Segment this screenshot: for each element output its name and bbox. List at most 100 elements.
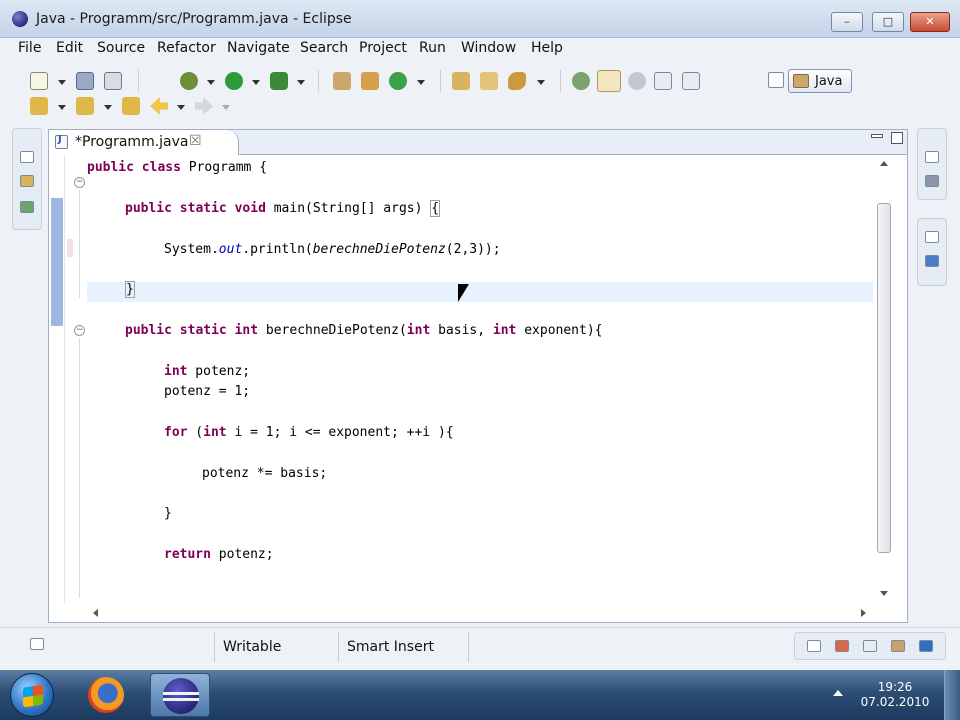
- menu-source[interactable]: Source: [97, 40, 145, 56]
- menu-run[interactable]: Run: [419, 40, 446, 56]
- eclipse-stripe: [163, 698, 199, 701]
- scroll-left-icon[interactable]: [93, 609, 98, 617]
- clock-time: 19:26: [877, 680, 913, 694]
- run-dropdown-icon[interactable]: [252, 80, 260, 85]
- fold-range-line: [79, 190, 80, 298]
- toolbar-separator: [138, 70, 139, 92]
- restore-icon[interactable]: [925, 231, 939, 243]
- scrollbar-thumb[interactable]: [877, 203, 891, 553]
- code-line: public static int berechneDiePotenz(int …: [125, 323, 603, 338]
- outline-icon[interactable]: [925, 255, 939, 267]
- debug-icon[interactable]: [180, 72, 198, 90]
- taskbar-eclipse[interactable]: [150, 673, 210, 717]
- forward-dropdown-icon[interactable]: [222, 105, 230, 110]
- windows-logo-icon: [23, 684, 43, 708]
- next-annotation-dropdown-icon[interactable]: [58, 105, 66, 110]
- console-icon[interactable]: [919, 640, 933, 652]
- search-icon[interactable]: [508, 72, 526, 90]
- next-annotation-icon[interactable]: [30, 97, 48, 115]
- menu-refactor[interactable]: Refactor: [157, 40, 216, 56]
- show-whitespace-icon[interactable]: [628, 72, 646, 90]
- paragraph-icon[interactable]: [682, 72, 700, 90]
- minimize-button[interactable]: –: [831, 12, 863, 32]
- close-button[interactable]: ✕: [910, 12, 950, 32]
- menu-edit[interactable]: Edit: [56, 40, 83, 56]
- code-area[interactable]: public class Programm { public static vo…: [87, 155, 873, 604]
- tab-programm-java[interactable]: *Programm.java ☒: [49, 130, 239, 155]
- restore-icon[interactable]: [20, 151, 34, 163]
- menu-help[interactable]: Help: [531, 40, 563, 56]
- block-selection-icon[interactable]: [654, 72, 672, 90]
- vertical-scrollbar[interactable]: [875, 155, 893, 604]
- perspective-java-button[interactable]: Java: [788, 69, 852, 93]
- new-class-dropdown-icon[interactable]: [417, 80, 425, 85]
- scroll-right-icon[interactable]: [861, 609, 866, 617]
- toolbar-separator: [440, 70, 441, 92]
- debug-dropdown-icon[interactable]: [207, 80, 215, 85]
- scroll-down-icon[interactable]: [880, 591, 888, 596]
- print-icon[interactable]: [104, 72, 122, 90]
- back-icon[interactable]: [150, 97, 168, 115]
- minimize-editor-icon[interactable]: [871, 134, 883, 138]
- open-type-icon[interactable]: [452, 72, 470, 90]
- run-icon[interactable]: [225, 72, 243, 90]
- code-line: System.out.println(berechneDiePotenz(2,3…: [164, 242, 501, 257]
- problems-icon[interactable]: [835, 640, 849, 652]
- toggle-highlight-icon[interactable]: [597, 70, 621, 92]
- fold-collapse-icon[interactable]: −: [74, 177, 85, 188]
- code-line: public static void main(String[] args) {: [125, 200, 441, 217]
- open-task-icon[interactable]: [480, 72, 498, 90]
- previous-annotation-dropdown-icon[interactable]: [104, 105, 112, 110]
- new-java-project-icon[interactable]: [333, 72, 351, 90]
- status-position: [468, 632, 498, 662]
- fast-view-icon[interactable]: [30, 638, 44, 650]
- horizontal-scrollbar[interactable]: [87, 604, 873, 622]
- package-explorer-icon[interactable]: [20, 175, 34, 187]
- previous-annotation-icon[interactable]: [76, 97, 94, 115]
- status-bar: Writable Smart Insert: [0, 627, 960, 669]
- menu-window[interactable]: Window: [461, 40, 516, 56]
- start-button[interactable]: [10, 673, 54, 717]
- new-dropdown-icon[interactable]: [58, 80, 66, 85]
- external-tools-icon[interactable]: [270, 72, 288, 90]
- search-dropdown-icon[interactable]: [537, 80, 545, 85]
- new-package-icon[interactable]: [361, 72, 379, 90]
- open-perspective-icon[interactable]: [768, 72, 784, 88]
- tab-close-icon[interactable]: ☒: [189, 133, 202, 149]
- restore-icon[interactable]: [807, 640, 821, 652]
- status-trim-stack: [794, 632, 946, 660]
- save-icon[interactable]: [76, 72, 94, 90]
- code-line: public class Programm {: [87, 160, 268, 175]
- javadoc-icon[interactable]: [863, 640, 877, 652]
- menu-file[interactable]: File: [18, 40, 41, 56]
- toggle-mark-occurrences-icon[interactable]: [572, 72, 590, 90]
- window-title: Java - Programm/src/Programm.java - Ecli…: [36, 11, 352, 27]
- declaration-icon[interactable]: [891, 640, 905, 652]
- system-clock[interactable]: 19:26 07.02.2010: [860, 680, 930, 710]
- external-tools-dropdown-icon[interactable]: [297, 80, 305, 85]
- scroll-up-icon[interactable]: [880, 161, 888, 166]
- forward-icon[interactable]: [195, 97, 213, 115]
- code-line: for (int i = 1; i <= exponent; ++i ){: [164, 425, 454, 440]
- restore-icon[interactable]: [925, 151, 939, 163]
- tab-label: *Programm.java: [75, 134, 189, 150]
- toolbar-separator: [318, 70, 319, 92]
- hierarchy-icon[interactable]: [20, 201, 34, 213]
- menu-project[interactable]: Project: [359, 40, 407, 56]
- tray-expand-icon[interactable]: [833, 690, 843, 696]
- menu-search[interactable]: Search: [300, 40, 348, 56]
- maximize-editor-icon[interactable]: [891, 132, 903, 144]
- menu-navigate[interactable]: Navigate: [227, 40, 290, 56]
- show-desktop-button[interactable]: [944, 670, 960, 720]
- left-trim-stack: [12, 128, 42, 230]
- fold-collapse-icon[interactable]: −: [74, 325, 85, 336]
- back-dropdown-icon[interactable]: [177, 105, 185, 110]
- taskbar-firefox[interactable]: [76, 673, 136, 717]
- new-icon[interactable]: [30, 72, 48, 90]
- maximize-button[interactable]: □: [872, 12, 904, 32]
- last-edit-icon[interactable]: [122, 97, 140, 115]
- eclipse-icon: [12, 11, 28, 27]
- code-line: }: [125, 281, 135, 298]
- new-class-icon[interactable]: [389, 72, 407, 90]
- task-list-icon[interactable]: [925, 175, 939, 187]
